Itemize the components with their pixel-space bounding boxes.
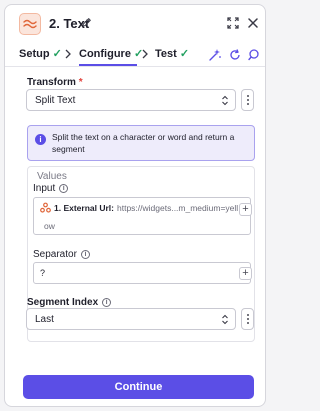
tab-setup-label: Setup [19,48,50,60]
text-app-icon [19,13,41,35]
check-icon: ✓ [179,48,190,60]
tab-configure-label: Configure [79,48,131,60]
updown-chevron-icon [222,95,228,106]
step-editor-panel: 2. Text Setup ✓ Configure ✓ Test ✓ Trans… [4,4,266,407]
input-token-wrap: ow [44,221,55,231]
tab-configure[interactable]: Configure ✓ [79,47,143,60]
required-mark: * [78,77,83,88]
transform-label: Transform * [27,77,83,88]
separator-label: Separator i [33,249,90,260]
info-note-text: Split the text on a character or word an… [52,132,235,154]
input-label-text: Input [33,183,56,194]
input-token[interactable]: 1. External Url: https://widgets...m_med… [40,202,238,213]
input-token-label: 1. External Url: [54,202,114,213]
check-icon: ✓ [52,48,62,60]
segment-index-label: Segment Index i [27,297,112,308]
continue-button[interactable]: Continue [23,375,254,399]
info-icon[interactable]: i [102,298,112,307]
pencil-icon[interactable] [81,17,92,28]
info-icon: i [35,134,46,145]
separator-field[interactable]: ? + [33,262,252,284]
close-icon[interactable] [246,16,260,30]
panel-header: 2. Text [5,5,265,43]
transform-more-button[interactable] [241,89,254,111]
input-field[interactable]: 1. External Url: https://widgets...m_med… [33,197,252,235]
info-note: i Split the text on a character or word … [27,125,255,161]
text-approx-icon [23,19,37,29]
chevron-right-icon [65,49,71,59]
add-input-button[interactable]: + [239,203,252,216]
segment-index-select[interactable]: Last [26,308,236,330]
magic-wand-icon[interactable] [208,48,222,62]
active-tab-indicator [79,64,137,66]
add-separator-button[interactable]: + [239,267,252,280]
input-token-value: https://widgets...m_medium=yell [117,202,239,213]
transform-value: Split Text [35,95,76,106]
refresh-icon[interactable] [228,48,242,62]
segment-index-label-text: Segment Index [27,297,99,308]
step-tabs: Setup ✓ Configure ✓ Test ✓ [5,43,265,67]
tab-setup[interactable]: Setup ✓ [19,47,62,60]
search-icon[interactable] [247,48,261,62]
transform-select[interactable]: Split Text [26,89,236,111]
expand-icon[interactable] [226,16,240,30]
input-label: Input i [33,183,69,194]
transform-label-text: Transform [27,77,76,88]
tab-test-label: Test [155,48,177,60]
segment-index-more-button[interactable] [241,308,254,330]
separator-value: ? [40,268,46,278]
webhook-icon [40,202,51,213]
tab-test[interactable]: Test ✓ [155,47,189,60]
info-icon[interactable]: i [80,250,90,259]
segment-index-value: Last [35,314,54,325]
separator-label-text: Separator [33,249,77,260]
values-title: Values [37,171,67,182]
updown-chevron-icon [222,314,228,325]
info-icon[interactable]: i [59,184,69,193]
chevron-right-icon [142,49,148,59]
